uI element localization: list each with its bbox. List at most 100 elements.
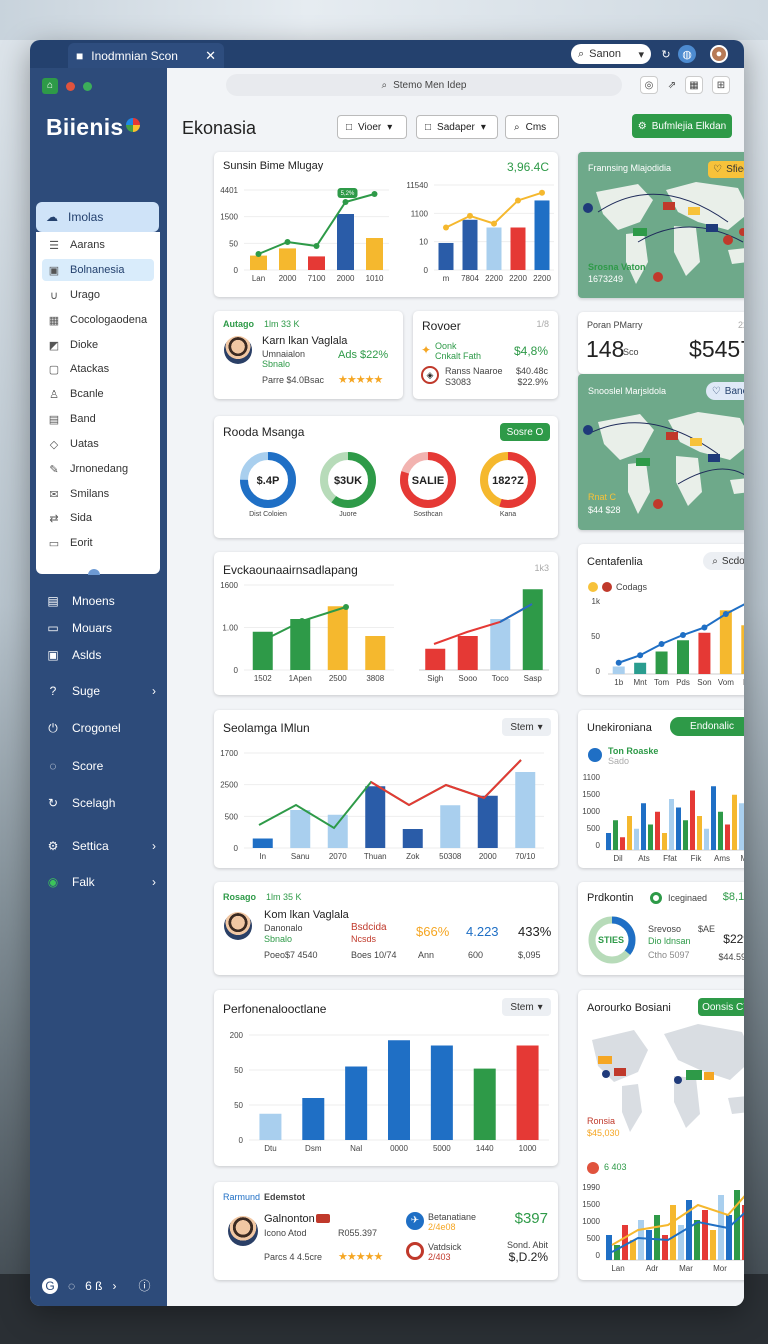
profile-card-3: Rarmund Edemstot Galnonton Icono Atod Pa…: [214, 1182, 558, 1280]
sidebar-item-label: Settica: [72, 839, 109, 853]
x-tick-label: Mnt: [633, 678, 647, 687]
sidebar-item[interactable]: ▭ Mouars: [46, 617, 156, 639]
chat-icon[interactable]: ◌: [68, 1279, 75, 1293]
link-icon[interactable]: ⇗: [663, 76, 681, 94]
submenu-item[interactable]: ☰ Aarans: [42, 234, 154, 256]
user-avatar[interactable]: ◍: [678, 45, 696, 63]
search-icon: ⌕: [381, 79, 388, 91]
target-icon: [406, 1242, 424, 1260]
map-card: Frannsing Mlajodidia ♡Sfiee Srosna Vaton…: [578, 152, 744, 298]
y-tick-label: 1000: [582, 1217, 600, 1226]
kpi-card: Poran PMarry 228 148 Sco $5457: [578, 312, 744, 374]
sidebar-item-active[interactable]: ☁ Imolas: [36, 202, 159, 232]
button-label: Bufmlejia Elkdan: [651, 120, 727, 132]
x-tick-label: 2500: [329, 674, 347, 683]
bar: [655, 651, 668, 674]
bar: [697, 816, 702, 850]
sidebar-item[interactable]: ▤ Mnoens: [46, 590, 156, 612]
browser-tab[interactable]: ■ Inodmnian Scon ✕: [68, 43, 224, 68]
refresh-icon[interactable]: ↻: [657, 45, 675, 63]
sidebar-item[interactable]: ◌ Score: [46, 755, 156, 777]
dropdown-view[interactable]: □ Vioer ▾: [337, 115, 407, 139]
profile-name: Galnonton: [264, 1213, 315, 1225]
x-tick-label: 1000: [519, 1144, 537, 1153]
bar: [613, 820, 618, 850]
profile-role: Icono Atod: [264, 1228, 307, 1238]
y-tick-label: 0: [239, 1136, 244, 1145]
x-tick-label: Dil: [613, 854, 623, 863]
trend-point: [342, 199, 349, 205]
submenu-item[interactable]: ⇄ Sida: [42, 507, 154, 529]
submenu-item[interactable]: ✎ Jrnonedang: [42, 458, 154, 480]
calendar-icon[interactable]: ▦: [685, 76, 703, 94]
primary-action-button[interactable]: ⚙ Bufmlejia Elkdan: [632, 114, 732, 138]
submenu-item[interactable]: ▦ Cocologaodena: [42, 309, 154, 331]
bar: [641, 803, 646, 850]
product-value3: $44.59%: [718, 952, 744, 962]
close-tab-icon[interactable]: ✕: [205, 48, 216, 64]
search-bar[interactable]: ⌕ Stemo Men Idep: [226, 74, 622, 96]
y-tick-label: 500: [587, 824, 601, 833]
performance-chart: 200 50 50 0 Dtu Dsm Nal 0000 5000 1440 1000: [230, 1031, 549, 1153]
x-tick-label: In: [259, 852, 266, 861]
rover-label3: Ranss Naaroe: [445, 366, 503, 376]
y-tick-label: 1990: [582, 1183, 600, 1192]
profile-role2: Sbnalo: [264, 934, 293, 944]
submenu-item[interactable]: ▭ Eorit: [42, 532, 154, 554]
square-icon: ▣: [48, 264, 60, 277]
search-text: Stemo Men Idep: [393, 79, 467, 91]
submenu-item[interactable]: ◩ Dioke: [42, 334, 154, 356]
submenu-item-selected[interactable]: ▣ Bolnanesia: [42, 259, 154, 281]
card-title: Rovoer: [422, 319, 461, 333]
bar: [365, 786, 386, 848]
dropdown-search[interactable]: ⌕ Cms: [505, 115, 559, 139]
profile-label3: Vatdsick: [428, 1242, 462, 1252]
bar: [670, 1205, 676, 1260]
donut-value: 182?Z: [492, 475, 524, 487]
sidebar-item[interactable]: ⚙ Settica ›: [46, 835, 156, 857]
logo-ball-icon: [125, 118, 140, 132]
sidebar-item[interactable]: ▣ Aslds: [46, 644, 156, 666]
donut-value: $.4P: [257, 475, 280, 487]
background-window: [0, 0, 768, 40]
trend-card: Evckaounaairnsadlapang 1k3 1600 1.00 0 1502…: [214, 552, 558, 695]
card-title: Poran PMarry: [587, 320, 643, 330]
trend-point: [261, 637, 267, 643]
notification-icon[interactable]: ◎: [640, 76, 658, 94]
y-tick-label: 2500: [220, 781, 238, 790]
profile-header: Rarmund: [223, 1192, 261, 1202]
profile-avatar[interactable]: ●: [710, 45, 728, 63]
bar: [620, 837, 625, 850]
chevron-right-icon[interactable]: ›: [112, 1279, 116, 1293]
submenu-item[interactable]: ∪ Urago: [42, 284, 154, 306]
sidebar-item-label: Mouars: [72, 621, 113, 635]
submenu-item[interactable]: ▤ Band: [42, 408, 154, 430]
grid-icon: ▦: [48, 314, 60, 327]
circle-icon[interactable]: G: [42, 1277, 58, 1294]
map-value: 1673249: [588, 274, 624, 284]
trend-point: [722, 611, 729, 617]
home-icon[interactable]: ⌂: [42, 78, 58, 94]
sidebar-item[interactable]: ◉ Falk ›: [46, 871, 156, 893]
submenu-item[interactable]: ◇ Uatas: [42, 433, 154, 455]
y-tick-label: 50: [229, 239, 238, 248]
sidebar-item[interactable]: ? Suge ›: [46, 680, 156, 702]
submenu-item[interactable]: ♙ Bcanle: [42, 383, 154, 405]
bar: [462, 219, 478, 270]
sidebar-item[interactable]: ↻ Scelagh: [46, 792, 156, 814]
doc-icon: ▤: [47, 594, 59, 608]
close-dot[interactable]: [66, 81, 75, 91]
sidebar-item[interactable]: ⏻ Crogonel: [46, 717, 156, 739]
bar: [634, 662, 647, 674]
maximize-dot[interactable]: [83, 81, 92, 91]
info-icon[interactable]: ⓘ: [138, 1277, 150, 1294]
dropdown-period[interactable]: □ Sadaper ▾: [416, 115, 498, 139]
title-search[interactable]: ⌕ Sanon ▾: [571, 44, 651, 64]
resize-handle[interactable]: [88, 569, 100, 575]
x-tick-label: Toco: [492, 674, 509, 683]
chevron-down-icon: ▾: [480, 121, 486, 133]
submenu-item[interactable]: ✉ Smilans: [42, 483, 154, 505]
bar: [290, 810, 311, 848]
bag-icon[interactable]: ⊞: [712, 76, 730, 94]
submenu-item[interactable]: ▢ Atackas: [42, 358, 154, 380]
